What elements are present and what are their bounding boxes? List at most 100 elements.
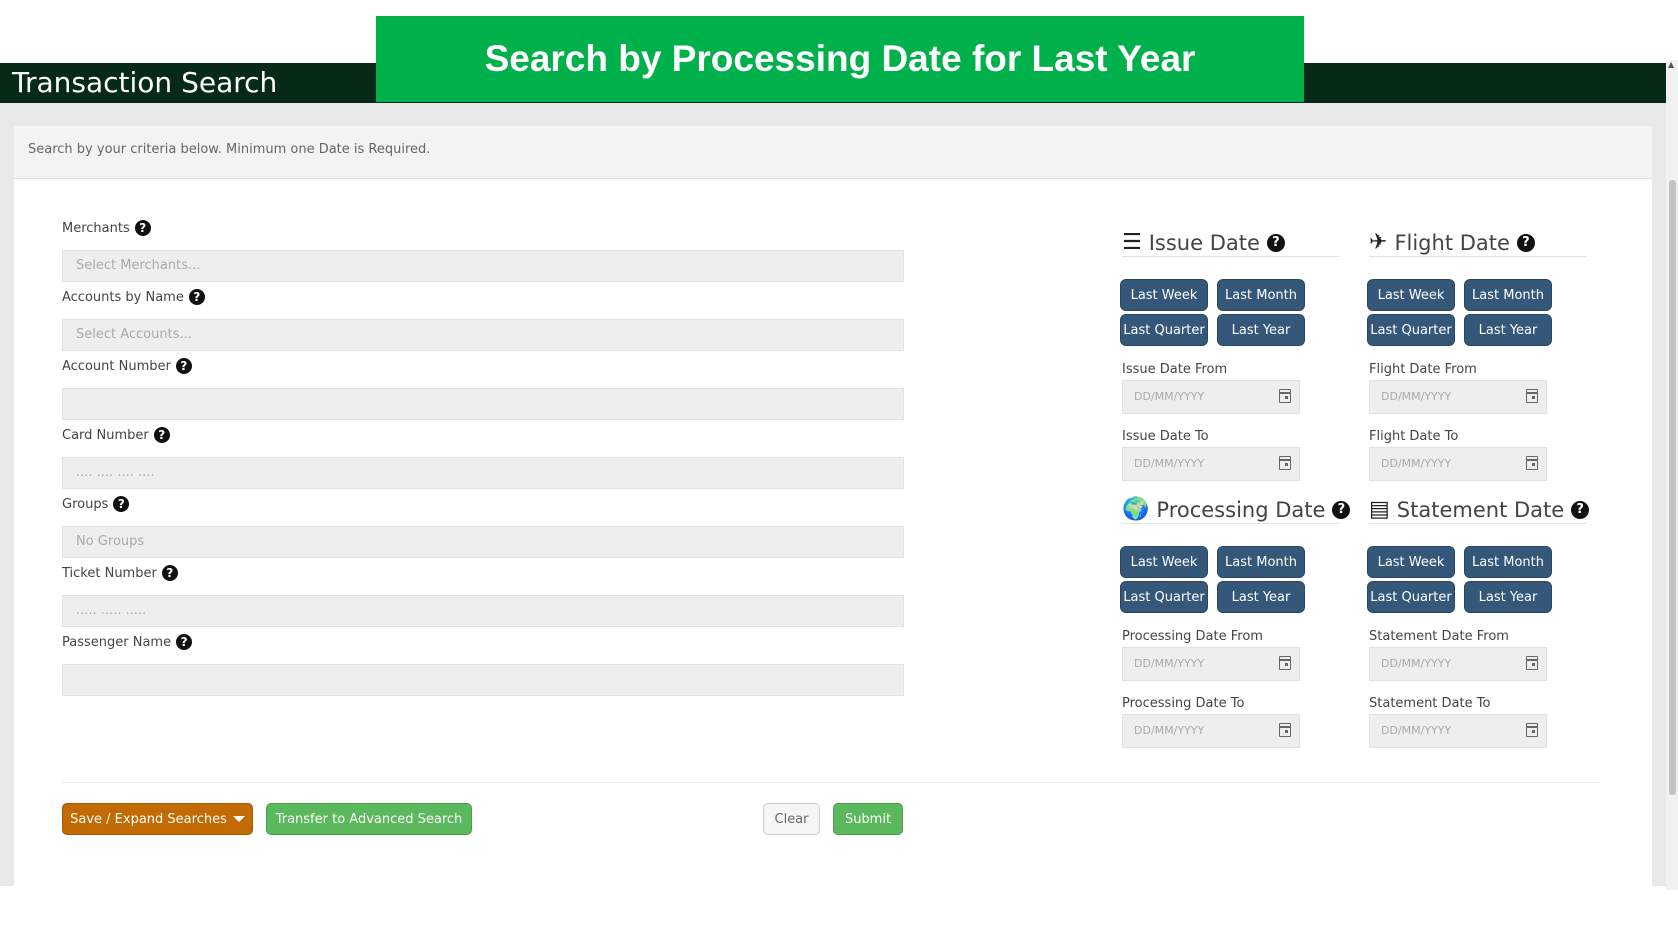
passenger-name-label: Passenger Name ? bbox=[62, 634, 193, 650]
ticket-number-input[interactable]: ..... ..... ..... bbox=[62, 595, 904, 627]
processing-last-quarter-button[interactable]: Last Quarter bbox=[1120, 581, 1208, 613]
merchants-select[interactable]: Select Merchants... bbox=[62, 250, 904, 282]
card-number-input[interactable]: .... .... .... .... bbox=[62, 457, 904, 489]
issue-date-underline bbox=[1122, 256, 1340, 257]
issue-date-to-label: Issue Date To bbox=[1122, 429, 1209, 444]
vertical-scrollbar[interactable]: ▲ bbox=[1666, 60, 1678, 890]
transfer-advanced-search-button[interactable]: Transfer to Advanced Search bbox=[266, 803, 472, 835]
save-expand-searches-label: Save / Expand Searches bbox=[70, 811, 227, 827]
issue-last-quarter-button[interactable]: Last Quarter bbox=[1120, 314, 1208, 346]
globe-icon: 🌍 bbox=[1122, 497, 1150, 522]
calendar-icon[interactable] bbox=[1526, 456, 1538, 470]
ticket-number-label: Ticket Number ? bbox=[62, 565, 178, 581]
caret-down-icon bbox=[232, 816, 245, 822]
scroll-up-icon[interactable]: ▲ bbox=[1668, 60, 1674, 70]
accounts-by-name-label-text: Accounts by Name bbox=[62, 289, 184, 305]
card-number-label: Card Number ? bbox=[62, 427, 170, 443]
question-circle-icon[interactable]: ? bbox=[153, 427, 170, 443]
statement-date-to-input[interactable]: DD/MM/YYYY bbox=[1369, 714, 1547, 748]
issue-date-from-placeholder: DD/MM/YYYY bbox=[1134, 390, 1205, 403]
flight-last-week-button[interactable]: Last Week bbox=[1367, 279, 1455, 311]
question-circle-icon[interactable]: ? bbox=[175, 358, 192, 374]
question-circle-icon[interactable]: ? bbox=[188, 289, 205, 305]
question-circle-icon[interactable]: ? bbox=[113, 496, 130, 512]
question-circle-icon[interactable]: ? bbox=[161, 565, 178, 581]
list-icon: ☰ bbox=[1122, 230, 1142, 255]
flight-date-from-input[interactable]: DD/MM/YYYY bbox=[1369, 380, 1547, 414]
calendar-icon[interactable] bbox=[1526, 656, 1538, 670]
flight-date-from-label: Flight Date From bbox=[1369, 362, 1477, 377]
save-expand-searches-button[interactable]: Save / Expand Searches bbox=[62, 803, 253, 835]
processing-last-week-button[interactable]: Last Week bbox=[1120, 546, 1208, 578]
statement-date-from-label: Statement Date From bbox=[1369, 629, 1509, 644]
flight-last-month-button[interactable]: Last Month bbox=[1464, 279, 1552, 311]
groups-label-text: Groups bbox=[62, 496, 109, 512]
calendar-icon[interactable] bbox=[1526, 389, 1538, 403]
plane-icon: ✈ bbox=[1369, 230, 1388, 255]
footer-divider bbox=[62, 782, 1600, 783]
card-number-label-text: Card Number bbox=[62, 427, 149, 443]
flight-last-quarter-button[interactable]: Last Quarter bbox=[1367, 314, 1455, 346]
account-number-input[interactable] bbox=[62, 388, 904, 420]
submit-button[interactable]: Submit bbox=[833, 803, 903, 835]
question-circle-icon[interactable]: ? bbox=[134, 220, 151, 236]
calendar-icon[interactable] bbox=[1279, 656, 1291, 670]
statement-date-underline bbox=[1369, 523, 1587, 524]
processing-date-from-placeholder: DD/MM/YYYY bbox=[1134, 657, 1205, 670]
flight-date-to-input[interactable]: DD/MM/YYYY bbox=[1369, 447, 1547, 481]
statement-last-quarter-button[interactable]: Last Quarter bbox=[1367, 581, 1455, 613]
account-number-label-text: Account Number bbox=[62, 358, 171, 374]
flight-date-title-text: Flight Date bbox=[1394, 230, 1510, 255]
question-circle-icon[interactable]: ? bbox=[1332, 500, 1351, 519]
statement-date-from-placeholder: DD/MM/YYYY bbox=[1381, 657, 1452, 670]
issue-last-year-button[interactable]: Last Year bbox=[1217, 314, 1305, 346]
statement-last-month-button[interactable]: Last Month bbox=[1464, 546, 1552, 578]
merchants-label: Merchants ? bbox=[62, 220, 151, 236]
merchants-label-text: Merchants bbox=[62, 220, 130, 236]
scroll-thumb[interactable] bbox=[1669, 180, 1676, 795]
accounts-select[interactable]: Select Accounts... bbox=[62, 319, 904, 351]
page-title: Transaction Search bbox=[12, 66, 278, 99]
calendar-icon[interactable] bbox=[1279, 389, 1291, 403]
question-circle-icon[interactable]: ? bbox=[176, 634, 193, 650]
processing-last-year-button[interactable]: Last Year bbox=[1217, 581, 1305, 613]
accounts-by-name-label: Accounts by Name ? bbox=[62, 289, 205, 305]
processing-date-underline bbox=[1122, 523, 1340, 524]
question-circle-icon[interactable]: ? bbox=[1571, 500, 1590, 519]
account-number-label: Account Number ? bbox=[62, 358, 192, 374]
flight-last-year-button[interactable]: Last Year bbox=[1464, 314, 1552, 346]
clear-button[interactable]: Clear bbox=[763, 803, 820, 835]
statement-last-year-button[interactable]: Last Year bbox=[1464, 581, 1552, 613]
statement-date-title-text: Statement Date bbox=[1396, 497, 1565, 522]
question-circle-icon[interactable]: ? bbox=[1266, 233, 1285, 252]
issue-last-week-button[interactable]: Last Week bbox=[1120, 279, 1208, 311]
flight-date-title: ✈ Flight Date ? bbox=[1369, 230, 1535, 255]
statement-date-from-input[interactable]: DD/MM/YYYY bbox=[1369, 647, 1547, 681]
processing-date-from-label: Processing Date From bbox=[1122, 629, 1263, 644]
flight-date-to-placeholder: DD/MM/YYYY bbox=[1381, 457, 1452, 470]
groups-select[interactable]: No Groups bbox=[62, 526, 904, 558]
calendar-icon[interactable] bbox=[1279, 456, 1291, 470]
statement-last-week-button[interactable]: Last Week bbox=[1367, 546, 1455, 578]
processing-date-title: 🌍 Processing Date ? bbox=[1122, 497, 1351, 522]
passenger-name-label-text: Passenger Name bbox=[62, 634, 172, 650]
calendar-icon[interactable] bbox=[1279, 723, 1291, 737]
groups-label: Groups ? bbox=[62, 496, 130, 512]
flight-date-underline bbox=[1369, 256, 1587, 257]
issue-last-month-button[interactable]: Last Month bbox=[1217, 279, 1305, 311]
processing-date-from-input[interactable]: DD/MM/YYYY bbox=[1122, 647, 1300, 681]
passenger-name-input[interactable] bbox=[62, 664, 904, 696]
issue-date-to-input[interactable]: DD/MM/YYYY bbox=[1122, 447, 1300, 481]
panel-heading: Search by your criteria below. Minimum o… bbox=[14, 126, 1652, 179]
statement-date-to-label: Statement Date To bbox=[1369, 696, 1491, 711]
ticket-number-label-text: Ticket Number bbox=[62, 565, 157, 581]
calendar-icon[interactable] bbox=[1526, 723, 1538, 737]
processing-date-to-input[interactable]: DD/MM/YYYY bbox=[1122, 714, 1300, 748]
issue-date-from-input[interactable]: DD/MM/YYYY bbox=[1122, 380, 1300, 414]
issue-date-from-label: Issue Date From bbox=[1122, 362, 1228, 377]
processing-date-title-text: Processing Date bbox=[1156, 497, 1326, 522]
issue-date-title: ☰ Issue Date ? bbox=[1122, 230, 1285, 255]
processing-last-month-button[interactable]: Last Month bbox=[1217, 546, 1305, 578]
question-circle-icon[interactable]: ? bbox=[1516, 233, 1535, 252]
caption-banner-text: Search by Processing Date for Last Year bbox=[484, 38, 1196, 79]
